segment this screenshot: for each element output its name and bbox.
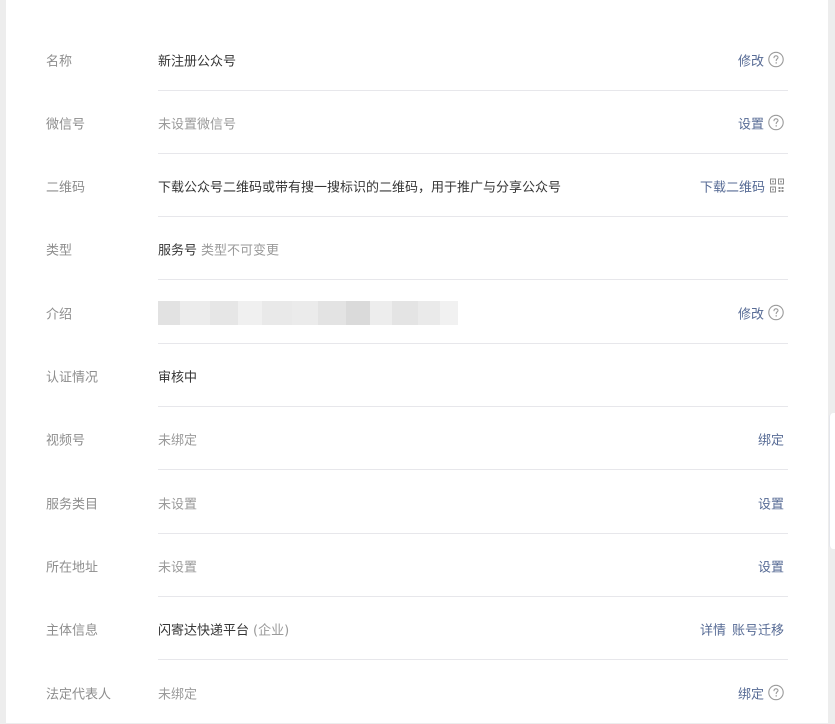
set-wechat-id-link[interactable]: 设置 xyxy=(738,113,764,132)
help-circle-icon[interactable] xyxy=(768,684,784,701)
side-panel-tab[interactable] xyxy=(829,413,835,549)
field-value: 未设置 xyxy=(158,497,198,512)
field-value: 未设置微信号 xyxy=(158,117,237,132)
set-category-link[interactable]: 设置 xyxy=(758,493,784,512)
field-label: 类型 xyxy=(46,243,73,258)
download-qr-link[interactable]: 下载二维码 xyxy=(700,176,765,195)
row-actions: 修改 xyxy=(738,50,784,69)
type-note: 类型不可变更 xyxy=(201,243,280,258)
row-divider xyxy=(158,469,788,470)
edit-intro-link[interactable]: 修改 xyxy=(738,303,764,322)
bind-legal-rep-link[interactable]: 绑定 xyxy=(738,683,764,702)
row-channels: 视频号 未绑定 绑定 xyxy=(46,407,788,470)
field-value: 新注册公众号 xyxy=(158,54,237,69)
row-entity-info: 主体信息 闪寄达快递平台 (企业) 详情 账号迁移 xyxy=(46,597,788,660)
row-divider xyxy=(158,659,788,660)
row-actions: 详情 账号迁移 xyxy=(700,619,784,638)
row-actions: 下载二维码 xyxy=(700,176,784,195)
field-value-wrap: 闪寄达快递平台 (企业) xyxy=(158,619,289,638)
row-verification: 认证情况 审核中 xyxy=(46,344,788,407)
field-value: 未设置 xyxy=(158,560,198,575)
row-address: 所在地址 未设置 设置 xyxy=(46,534,788,597)
field-value: 未绑定 xyxy=(158,433,198,448)
row-divider xyxy=(158,279,788,280)
field-label: 二维码 xyxy=(46,180,86,195)
help-circle-icon[interactable] xyxy=(768,51,784,68)
field-label: 认证情况 xyxy=(46,370,99,385)
field-value: 下载公众号二维码或带有搜一搜标识的二维码，用于推广与分享公众号 xyxy=(158,180,562,195)
account-migration-link[interactable]: 账号迁移 xyxy=(732,619,784,638)
help-circle-icon[interactable] xyxy=(768,304,784,321)
row-actions: 设置 xyxy=(758,493,784,512)
entity-name: 闪寄达快递平台 xyxy=(158,623,250,638)
field-label: 服务类目 xyxy=(46,497,99,512)
row-actions: 修改 xyxy=(738,303,784,322)
field-label: 视频号 xyxy=(46,433,86,448)
account-type-value: 服务号 xyxy=(158,243,198,258)
field-label: 法定代表人 xyxy=(46,687,112,702)
row-intro: 介绍 修改 xyxy=(46,281,788,344)
row-service-category: 服务类目 未设置 设置 xyxy=(46,471,788,534)
row-legal-rep: 法定代表人 未绑定 绑定 xyxy=(46,661,788,724)
account-info-panel: 名称 新注册公众号 修改 微信号 未设置微信号 设置 二维码 下载公众号二维码或… xyxy=(6,0,828,723)
bind-channels-link[interactable]: 绑定 xyxy=(758,429,784,448)
field-label: 微信号 xyxy=(46,117,86,132)
row-wechat-id: 微信号 未设置微信号 设置 xyxy=(46,91,788,154)
set-address-link[interactable]: 设置 xyxy=(758,556,784,575)
row-qr-code: 二维码 下载公众号二维码或带有搜一搜标识的二维码，用于推广与分享公众号 下载二维… xyxy=(46,154,788,217)
row-actions: 设置 xyxy=(758,556,784,575)
entity-details-link[interactable]: 详情 xyxy=(700,619,726,638)
edit-name-link[interactable]: 修改 xyxy=(738,50,764,69)
row-actions: 绑定 xyxy=(758,429,784,448)
row-actions: 绑定 xyxy=(738,683,784,702)
help-circle-icon[interactable] xyxy=(768,114,784,131)
field-label: 介绍 xyxy=(46,307,73,322)
field-value-wrap: 服务号 类型不可变更 xyxy=(158,239,279,258)
field-label: 所在地址 xyxy=(46,560,99,575)
field-label: 主体信息 xyxy=(46,623,99,638)
field-value: 未绑定 xyxy=(158,687,198,702)
redacted-intro xyxy=(158,300,458,325)
verification-status: 审核中 xyxy=(158,370,198,385)
qr-code-icon[interactable] xyxy=(770,178,784,193)
row-actions: 设置 xyxy=(738,113,784,132)
field-label: 名称 xyxy=(46,54,73,69)
row-name: 名称 新注册公众号 修改 xyxy=(46,28,788,91)
row-type: 类型 服务号 类型不可变更 xyxy=(46,217,788,280)
entity-type: (企业) xyxy=(253,623,290,638)
